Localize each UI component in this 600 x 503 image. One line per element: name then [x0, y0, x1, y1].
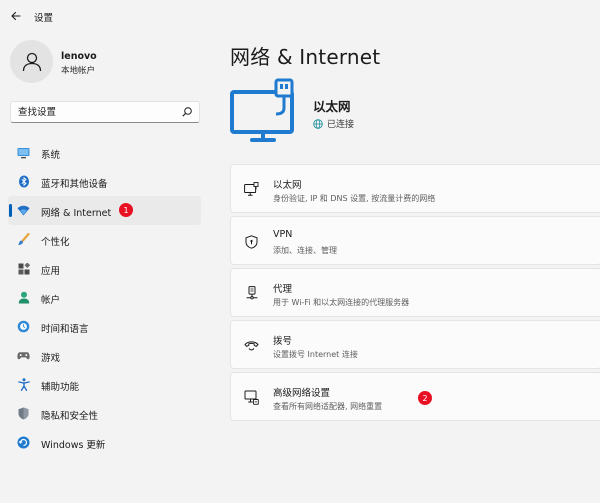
sidebar-item-system[interactable]: 系统	[8, 138, 201, 167]
sidebar-item-label: 辅助功能	[41, 382, 80, 393]
person-icon	[22, 52, 41, 71]
card-proxy[interactable]: 代理 用于 Wi-Fi 和以太网连接的代理服务器	[230, 268, 600, 317]
ethernet-monitor-icon	[230, 78, 294, 142]
connection-status: 已连接	[313, 117, 354, 130]
wifi-icon	[17, 204, 30, 217]
card-advanced-network-settings[interactable]: 高级网络设置 查看所有网络适配器, 网络重置 2	[230, 372, 600, 421]
globe-clock-icon	[17, 320, 30, 333]
dialup-icon	[244, 338, 259, 353]
sidebar-item-label: Windows 更新	[41, 440, 106, 451]
back-arrow-icon	[11, 11, 21, 21]
globe-icon	[313, 118, 323, 129]
card-vpn[interactable]: VPN 添加、连接、管理	[230, 216, 600, 265]
card-subtitle: 用于 Wi-Fi 和以太网连接的代理服务器	[273, 298, 410, 307]
sidebar-item-time-language[interactable]: 时间和语言	[8, 312, 201, 341]
settings-cards: 以太网 身份验证, IP 和 DNS 设置, 按流量计费的网络 VPN 添加、连…	[230, 164, 600, 424]
card-title: VPN	[273, 229, 293, 240]
sidebar-item-label: 游戏	[41, 353, 61, 364]
sidebar-item-network[interactable]: 网络 & Internet 1	[8, 196, 201, 225]
sidebar-item-apps[interactable]: 应用	[8, 254, 201, 283]
user-name: lenovo	[61, 51, 97, 62]
sidebar-item-bluetooth[interactable]: 蓝牙和其他设备	[8, 167, 201, 196]
shield-icon	[17, 407, 30, 420]
sidebar-item-gaming[interactable]: 游戏	[8, 341, 201, 370]
sidebar-item-privacy[interactable]: 隐私和安全性	[8, 399, 201, 428]
card-title: 高级网络设置	[273, 388, 331, 399]
card-subtitle: 查看所有网络适配器, 网络重置	[273, 402, 383, 411]
search-icon[interactable]	[181, 106, 193, 118]
monitor-icon	[17, 146, 30, 159]
page-title: 网络 & Internet	[230, 45, 381, 69]
sidebar-item-accessibility[interactable]: 辅助功能	[8, 370, 201, 399]
card-subtitle: 设置拨号 Internet 连接	[273, 350, 358, 359]
card-title: 代理	[273, 284, 293, 295]
step-badge: 1	[119, 203, 133, 217]
title-bar: 设置	[0, 0, 600, 32]
account-type: 本地帐户	[61, 66, 96, 76]
sidebar-item-label: 应用	[41, 266, 61, 277]
advanced-network-icon	[244, 390, 259, 405]
card-title: 拨号	[273, 336, 293, 347]
search-input[interactable]	[11, 102, 176, 122]
sidebar-item-label: 隐私和安全性	[41, 411, 99, 422]
back-button[interactable]	[8, 8, 24, 24]
person-icon	[17, 291, 30, 304]
card-title: 以太网	[273, 180, 302, 191]
apps-icon	[17, 262, 30, 275]
sidebar-item-label: 蓝牙和其他设备	[41, 179, 108, 190]
card-subtitle: 身份验证, IP 和 DNS 设置, 按流量计费的网络	[273, 194, 436, 203]
search-box	[10, 101, 200, 123]
bluetooth-icon	[17, 175, 30, 188]
ethernet-icon	[244, 182, 259, 197]
card-dialup[interactable]: 拨号 设置拨号 Internet 连接	[230, 320, 600, 369]
accessibility-icon	[17, 378, 30, 391]
sidebar-nav: 系统 蓝牙和其他设备 网络 & Internet 1 个性化 应用 帐户 时间和…	[8, 138, 202, 457]
avatar[interactable]	[10, 40, 53, 83]
window-title: 设置	[34, 13, 54, 24]
gamepad-icon	[17, 349, 30, 362]
ethernet-name: 以太网	[313, 99, 351, 114]
sidebar-item-personalization[interactable]: 个性化	[8, 225, 201, 254]
sidebar-item-label: 时间和语言	[41, 324, 89, 335]
step-badge: 2	[418, 391, 432, 405]
sidebar-item-label: 系统	[41, 150, 61, 161]
card-subtitle: 添加、连接、管理	[273, 246, 337, 255]
sidebar-item-label: 网络 & Internet	[41, 208, 112, 219]
card-ethernet[interactable]: 以太网 身份验证, IP 和 DNS 设置, 按流量计费的网络	[230, 164, 600, 213]
update-icon	[17, 436, 30, 449]
brush-icon	[17, 233, 30, 246]
active-indicator	[9, 204, 12, 217]
sidebar-item-label: 个性化	[41, 237, 70, 248]
sidebar-item-windows-update[interactable]: Windows 更新	[8, 428, 201, 457]
sidebar-item-label: 帐户	[41, 295, 61, 306]
proxy-icon	[244, 286, 259, 301]
vpn-shield-icon	[244, 234, 259, 249]
connection-status-text: 已连接	[327, 120, 355, 130]
sidebar-item-accounts[interactable]: 帐户	[8, 283, 201, 312]
